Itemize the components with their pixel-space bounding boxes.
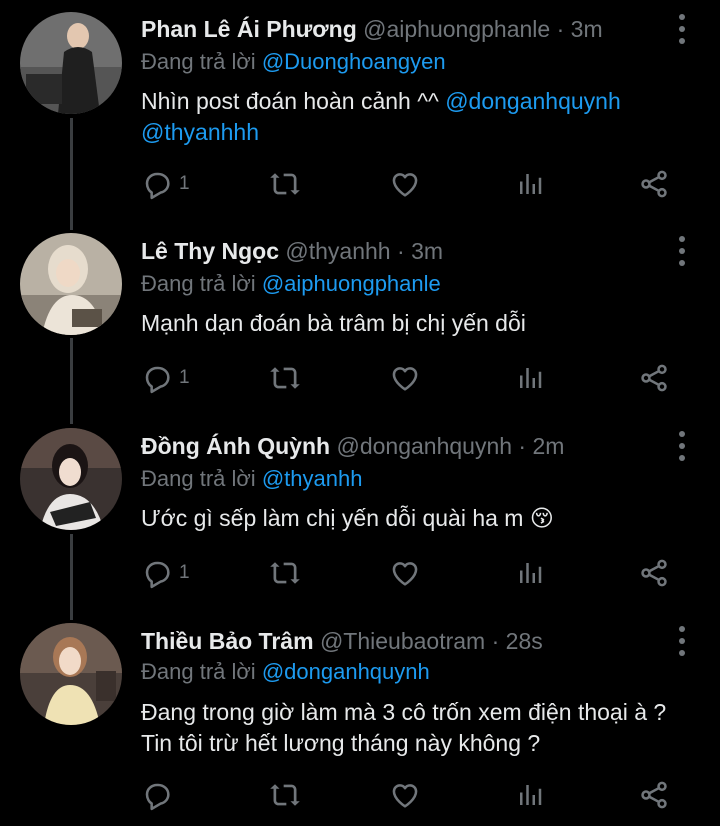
like-icon bbox=[389, 362, 421, 394]
tweet[interactable]: Đồng Ánh Quỳnh @donganhquynh · 2m Đang t… bbox=[0, 410, 720, 605]
tweet[interactable]: Thiều Bảo Trâm @Thieubaotram · 28s Đang … bbox=[0, 605, 720, 826]
like-button[interactable] bbox=[389, 775, 421, 815]
share-button[interactable] bbox=[638, 553, 670, 593]
views-icon bbox=[515, 363, 545, 393]
retweet-button[interactable] bbox=[269, 775, 301, 815]
tweet-text: Ước gì sếp làm chị yến dỗi quài ha m 😚 bbox=[141, 503, 701, 534]
author-name[interactable]: Lê Thy Ngọc bbox=[141, 238, 279, 264]
reply-icon bbox=[141, 779, 173, 811]
author-handle[interactable]: @donganhquynh bbox=[336, 433, 512, 459]
share-button[interactable] bbox=[638, 775, 670, 815]
tweet-text-line: Tin tôi trừ hết lương tháng này không ? bbox=[141, 730, 541, 756]
reply-button[interactable]: 1 bbox=[141, 553, 190, 593]
share-icon bbox=[638, 168, 670, 200]
replying-to-label: Đang trả lời bbox=[141, 271, 256, 296]
like-icon bbox=[389, 168, 421, 200]
tweet-text: Đang trong giờ làm mà 3 cô trốn xem điện… bbox=[141, 697, 701, 759]
retweet-icon bbox=[269, 168, 301, 200]
replying-to-link[interactable]: @donganhquynh bbox=[262, 659, 430, 684]
reply-icon bbox=[141, 362, 173, 394]
avatar[interactable] bbox=[20, 623, 122, 725]
like-button[interactable] bbox=[389, 358, 421, 398]
like-icon bbox=[389, 779, 421, 811]
reply-icon bbox=[141, 168, 173, 200]
retweet-button[interactable] bbox=[269, 164, 301, 204]
separator: · bbox=[518, 433, 527, 459]
like-button[interactable] bbox=[389, 553, 421, 593]
author-handle[interactable]: @aiphuongphanle bbox=[363, 16, 550, 42]
separator: · bbox=[556, 16, 565, 42]
more-icon[interactable] bbox=[674, 9, 690, 49]
reply-count: 1 bbox=[179, 367, 190, 388]
more-icon[interactable] bbox=[674, 426, 690, 466]
separator: · bbox=[491, 628, 500, 654]
timestamp[interactable]: 28s bbox=[506, 628, 543, 654]
author-name[interactable]: Đồng Ánh Quỳnh bbox=[141, 433, 330, 459]
replying-to-link[interactable]: @aiphuongphanle bbox=[262, 271, 441, 296]
reply-button[interactable] bbox=[141, 775, 179, 815]
avatar[interactable] bbox=[20, 12, 122, 114]
replying-to-label: Đang trả lời bbox=[141, 659, 256, 684]
views-button[interactable] bbox=[515, 775, 545, 815]
share-icon bbox=[638, 362, 670, 394]
tweet-text-body: Nhìn post đoán hoàn cảnh ^^ bbox=[141, 88, 439, 114]
author-handle[interactable]: @Thieubaotram bbox=[320, 628, 485, 654]
reply-count: 1 bbox=[179, 173, 190, 194]
share-icon bbox=[638, 779, 670, 811]
views-icon bbox=[515, 169, 545, 199]
more-icon[interactable] bbox=[674, 231, 690, 271]
retweet-icon bbox=[269, 557, 301, 589]
tweet-text: Mạnh dạn đoán bà trâm bị chị yến dỗi bbox=[141, 308, 701, 339]
share-button[interactable] bbox=[638, 164, 670, 204]
replying-to: Đang trả lời @Duonghoangyen bbox=[141, 47, 446, 77]
author-handle[interactable]: @thyanhh bbox=[285, 238, 390, 264]
views-button[interactable] bbox=[515, 358, 545, 398]
action-bar: 1 bbox=[141, 164, 681, 204]
reply-count: 1 bbox=[179, 562, 190, 583]
author-name[interactable]: Thiều Bảo Trâm bbox=[141, 628, 314, 654]
action-bar: 1 bbox=[141, 553, 681, 593]
views-icon bbox=[515, 558, 545, 588]
timestamp[interactable]: 2m bbox=[532, 433, 564, 459]
more-icon[interactable] bbox=[674, 621, 690, 661]
mention-link[interactable]: @thyanhhh bbox=[141, 119, 259, 145]
reply-button[interactable]: 1 bbox=[141, 358, 190, 398]
replying-to-link[interactable]: @thyanhh bbox=[262, 466, 363, 491]
tweet-text: Nhìn post đoán hoàn cảnh ^^ @donganhquyn… bbox=[141, 86, 701, 148]
reply-button[interactable]: 1 bbox=[141, 164, 190, 204]
tweet-text-line: Đang trong giờ làm mà 3 cô trốn xem điện… bbox=[141, 699, 667, 725]
replying-to: Đang trả lời @donganhquynh bbox=[141, 657, 430, 687]
retweet-icon bbox=[269, 779, 301, 811]
retweet-button[interactable] bbox=[269, 553, 301, 593]
share-button[interactable] bbox=[638, 358, 670, 398]
replying-to-label: Đang trả lời bbox=[141, 466, 256, 491]
timestamp[interactable]: 3m bbox=[571, 16, 603, 42]
replying-to: Đang trả lời @aiphuongphanle bbox=[141, 269, 441, 299]
views-button[interactable] bbox=[515, 164, 545, 204]
like-icon bbox=[389, 557, 421, 589]
tweet-text-body: Ước gì sếp làm chị yến dỗi quài ha m 😚 bbox=[141, 505, 554, 531]
avatar[interactable] bbox=[20, 428, 122, 530]
replying-to-label: Đang trả lời bbox=[141, 49, 256, 74]
views-icon bbox=[515, 780, 545, 810]
replying-to: Đang trả lời @thyanhh bbox=[141, 464, 362, 494]
retweet-icon bbox=[269, 362, 301, 394]
views-button[interactable] bbox=[515, 553, 545, 593]
retweet-button[interactable] bbox=[269, 358, 301, 398]
author-name[interactable]: Phan Lê Ái Phương bbox=[141, 16, 357, 42]
replying-to-link[interactable]: @Duonghoangyen bbox=[262, 49, 446, 74]
separator: · bbox=[397, 238, 405, 264]
tweet-text-body: Mạnh dạn đoán bà trâm bị chị yến dỗi bbox=[141, 310, 526, 336]
avatar[interactable] bbox=[20, 233, 122, 335]
mention-link[interactable]: @donganhquynh bbox=[445, 88, 621, 114]
timestamp[interactable]: 3m bbox=[411, 238, 443, 264]
reply-icon bbox=[141, 557, 173, 589]
action-bar: 1 bbox=[141, 358, 681, 398]
share-icon bbox=[638, 557, 670, 589]
action-bar bbox=[141, 775, 681, 815]
like-button[interactable] bbox=[389, 164, 421, 204]
tweet[interactable]: Phan Lê Ái Phương @aiphuongphanle · 3m Đ… bbox=[0, 0, 720, 215]
tweet[interactable]: Lê Thy Ngọc @thyanhh · 3m Đang trả lời @… bbox=[0, 215, 720, 410]
